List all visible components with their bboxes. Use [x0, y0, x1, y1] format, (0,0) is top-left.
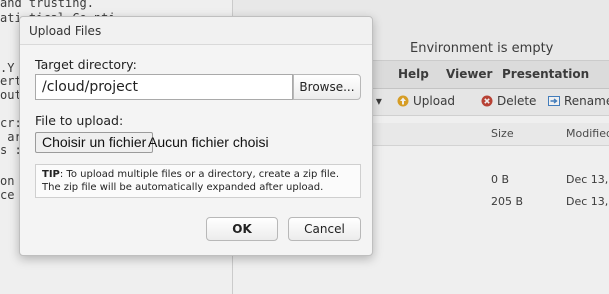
- upload-files-dialog: Upload Files Target directory: /cloud/pr…: [19, 16, 373, 256]
- target-directory-field[interactable]: /cloud/project: [35, 74, 293, 100]
- cancel-button[interactable]: Cancel: [288, 217, 361, 241]
- choose-file-button[interactable]: Choisir un fichier: [35, 132, 154, 153]
- tip-text: : To upload multiple files or a director…: [42, 169, 339, 193]
- target-directory-value: /cloud/project: [42, 79, 138, 95]
- target-directory-label: Target directory:: [35, 57, 137, 72]
- file-to-upload-label: File to upload:: [35, 113, 124, 128]
- tip-box: TIP: To upload multiple files or a direc…: [35, 164, 361, 198]
- browse-button[interactable]: Browse...: [293, 74, 361, 100]
- dialog-title: Upload Files: [29, 24, 102, 38]
- dialog-titlebar[interactable]: Upload Files: [20, 17, 372, 45]
- tip-label: TIP: [42, 169, 60, 180]
- no-file-chosen-text: Aucun fichier choisi: [148, 134, 269, 150]
- ok-button[interactable]: OK: [206, 217, 278, 241]
